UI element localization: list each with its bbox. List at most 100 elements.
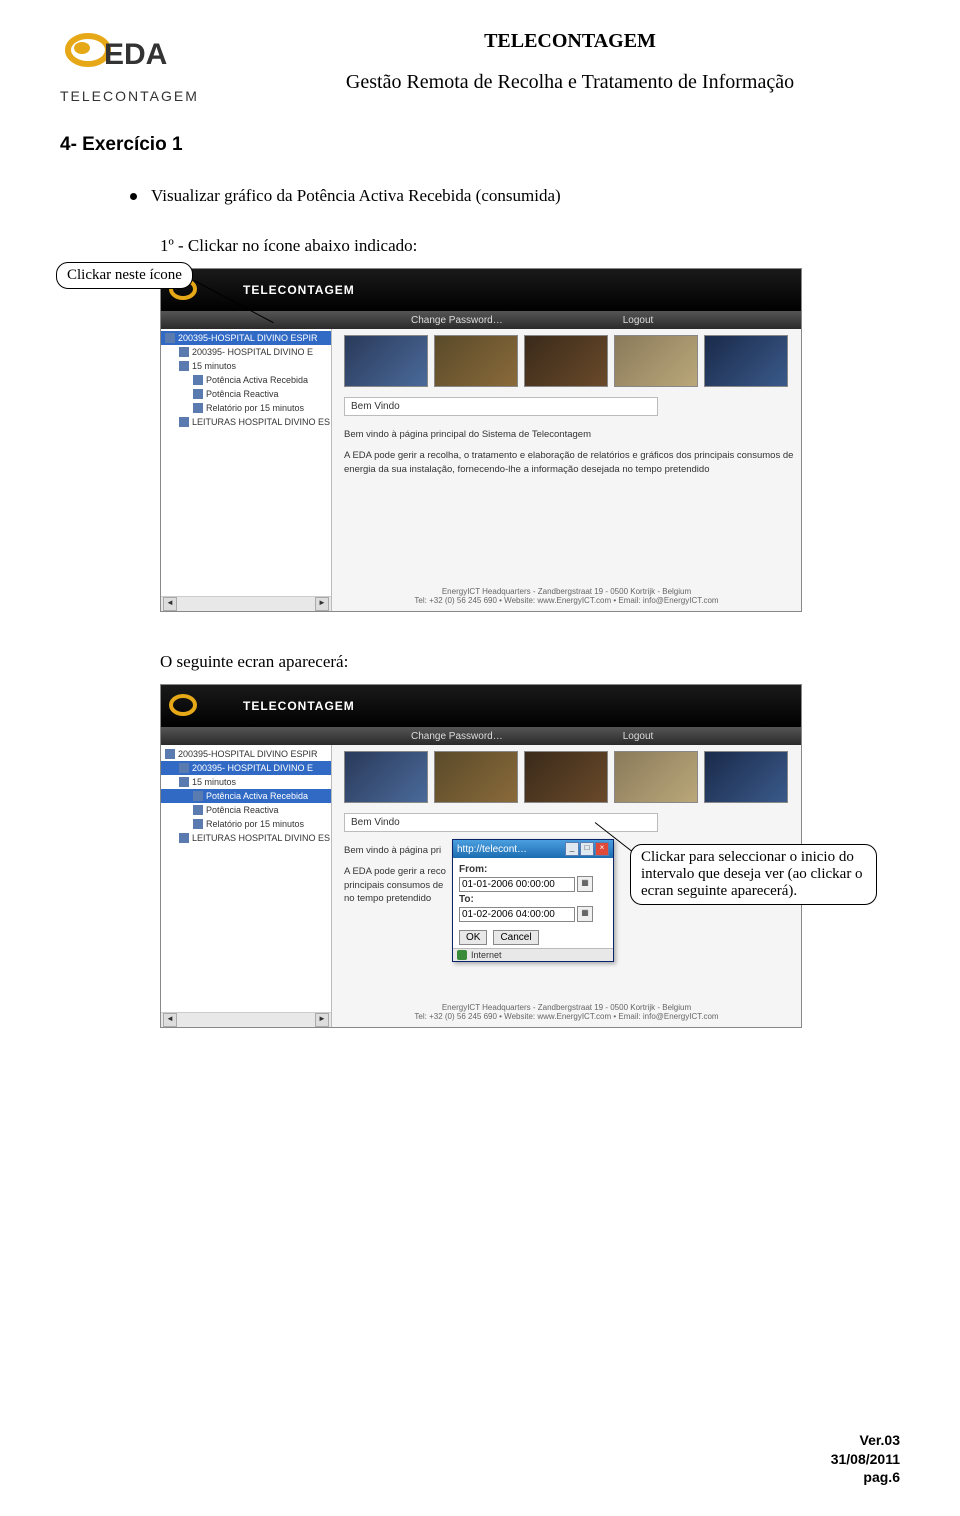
bullet-line: Visualizar gráfico da Potência Activa Re… [130,186,900,206]
tree-label: Relatório por 15 minutos [206,819,304,829]
bullet-text: Visualizar gráfico da Potência Activa Re… [151,186,561,206]
header-titles: TELECONTAGEM Gestão Remota de Recolha e … [240,30,900,94]
step-1: 1º - Clickar no ícone abaixo indicado: [160,236,900,256]
app-logo [169,691,209,721]
chart-icon [193,791,203,801]
folder-icon [179,777,189,787]
tree-label: 200395-HOSPITAL DIVINO ESPIR [178,333,318,343]
app-screenshot-1: TELECONTAGEM Change Password… Logout 200… [160,268,802,612]
chart-icon [193,389,203,399]
tree-item[interactable]: 200395- HOSPITAL DIVINO E [161,345,331,359]
close-icon[interactable]: × [595,842,609,856]
from-label: From: [459,864,607,875]
folder-icon [179,347,189,357]
thumb-image [344,751,428,803]
thumb-image [344,335,428,387]
tree-item[interactable]: Potência Reactiva [161,387,331,401]
to-label: To: [459,894,607,905]
callout-1: Clickar neste ícone [56,262,193,289]
tree-label: 200395-HOSPITAL DIVINO ESPIR [178,749,318,759]
welcome-title-box: Bem Vindo [344,397,658,416]
tree-item[interactable]: 200395-HOSPITAL DIVINO ESPIR [161,747,331,761]
bullet-icon [130,193,137,200]
menu-logout[interactable]: Logout [623,731,654,742]
section-heading: 4- Exercício 1 [60,134,900,156]
calendar-icon[interactable]: ▦ [577,906,593,922]
header-title: TELECONTAGEM [240,30,900,53]
folder-icon [179,763,189,773]
app-footer-line: Tel: +32 (0) 56 245 690 • Website: www.E… [332,596,801,605]
minimize-icon[interactable]: _ [565,842,579,856]
report-icon [193,819,203,829]
to-input[interactable] [459,907,575,922]
app-topbar: TELECONTAGEM [161,685,801,727]
tree-item[interactable]: Potência Activa Recebida [161,789,331,803]
content-panel: Bem Vindo Bem vindo à página principal d… [332,329,801,611]
app-footer: EnergyICT Headquarters - Zandbergstraat … [332,1003,801,1021]
tree-item[interactable]: 200395- HOSPITAL DIVINO E [161,761,331,775]
app-footer-line: EnergyICT Headquarters - Zandbergstraat … [332,587,801,596]
thumb-image [614,751,698,803]
tree-item[interactable]: LEITURAS HOSPITAL DIVINO ES [161,415,331,429]
dialog-body: From: ▦ To: ▦ [453,858,613,927]
page-footer: Ver.03 31/08/2011 pag.6 [831,1431,900,1486]
thumb-image [524,335,608,387]
thumb-image [614,335,698,387]
tree-item[interactable]: Relatório por 15 minutos [161,817,331,831]
menu-change-password[interactable]: Change Password… [411,731,503,742]
cancel-button[interactable]: Cancel [493,930,538,945]
tree-item[interactable]: 200395-HOSPITAL DIVINO ESPIR [161,331,331,345]
tree-item[interactable]: 15 minutos [161,359,331,373]
thumb-image [434,335,518,387]
chart-icon [193,805,203,815]
ok-button[interactable]: OK [459,930,487,945]
scroll-left-icon[interactable]: ◄ [163,597,177,611]
scroll-right-icon[interactable]: ► [315,1013,329,1027]
callout-2: Clickar para seleccionar o inicio do int… [630,844,877,905]
menu-logout[interactable]: Logout [623,315,654,326]
scroll-left-icon[interactable]: ◄ [163,1013,177,1027]
thumb-image [524,751,608,803]
tree-item[interactable]: Potência Reactiva [161,803,331,817]
maximize-icon[interactable]: □ [580,842,594,856]
welcome-title-box: Bem Vindo [344,813,658,832]
screenshot-1-wrap: Clickar neste ícone TELECONTAGEM Change … [160,268,900,612]
footer-date: 31/08/2011 [831,1450,900,1468]
tree-item[interactable]: 15 minutos [161,775,331,789]
tree-label: 15 minutos [192,777,236,787]
caption-mid: O seguinte ecran aparecerá: [160,652,900,672]
folder-icon [179,417,189,427]
header-subtitle: Gestão Remota de Recolha e Tratamento de… [240,71,900,94]
footer-version: Ver.03 [831,1431,900,1449]
welcome-text-1: Bem vindo à página principal do Sistema … [344,428,795,441]
tree-item[interactable]: Relatório por 15 minutos [161,401,331,415]
calendar-icon[interactable]: ▦ [577,876,593,892]
app-footer: EnergyICT Headquarters - Zandbergstraat … [332,587,801,605]
app-brand: TELECONTAGEM [243,283,355,297]
status-text: Internet [471,950,502,960]
internet-icon [457,950,467,960]
folder-icon [179,361,189,371]
folder-icon [165,333,175,343]
report-icon [193,403,203,413]
thumb-row [344,751,795,803]
tree-label: 15 minutos [192,361,236,371]
tree-item[interactable]: LEITURAS HOSPITAL DIVINO ES [161,831,331,845]
tree-scrollbar[interactable]: ◄ ► [161,1012,331,1027]
tree-panel: 200395-HOSPITAL DIVINO ESPIR 200395- HOS… [161,745,332,1027]
footer-page: pag.6 [831,1468,900,1486]
scroll-right-icon[interactable]: ► [315,597,329,611]
dialog-title-text: http://telecont… [457,844,527,855]
tree-scrollbar[interactable]: ◄ ► [161,596,331,611]
tree-item[interactable]: Potência Activa Recebida [161,373,331,387]
app-brand: TELECONTAGEM [243,699,355,713]
tree-label: LEITURAS HOSPITAL DIVINO ES [192,833,330,843]
welcome-text-2: A EDA pode gerir a recolha, o tratamento… [344,449,795,476]
thumb-image [704,335,788,387]
from-input[interactable] [459,877,575,892]
menu-change-password[interactable]: Change Password… [411,315,503,326]
svg-text:EDA: EDA [104,38,167,71]
dialog-titlebar: http://telecont… _ □ × [453,840,613,858]
app-footer-line: Tel: +32 (0) 56 245 690 • Website: www.E… [332,1012,801,1021]
logo-subtitle: TELECONTAGEM [60,88,240,104]
